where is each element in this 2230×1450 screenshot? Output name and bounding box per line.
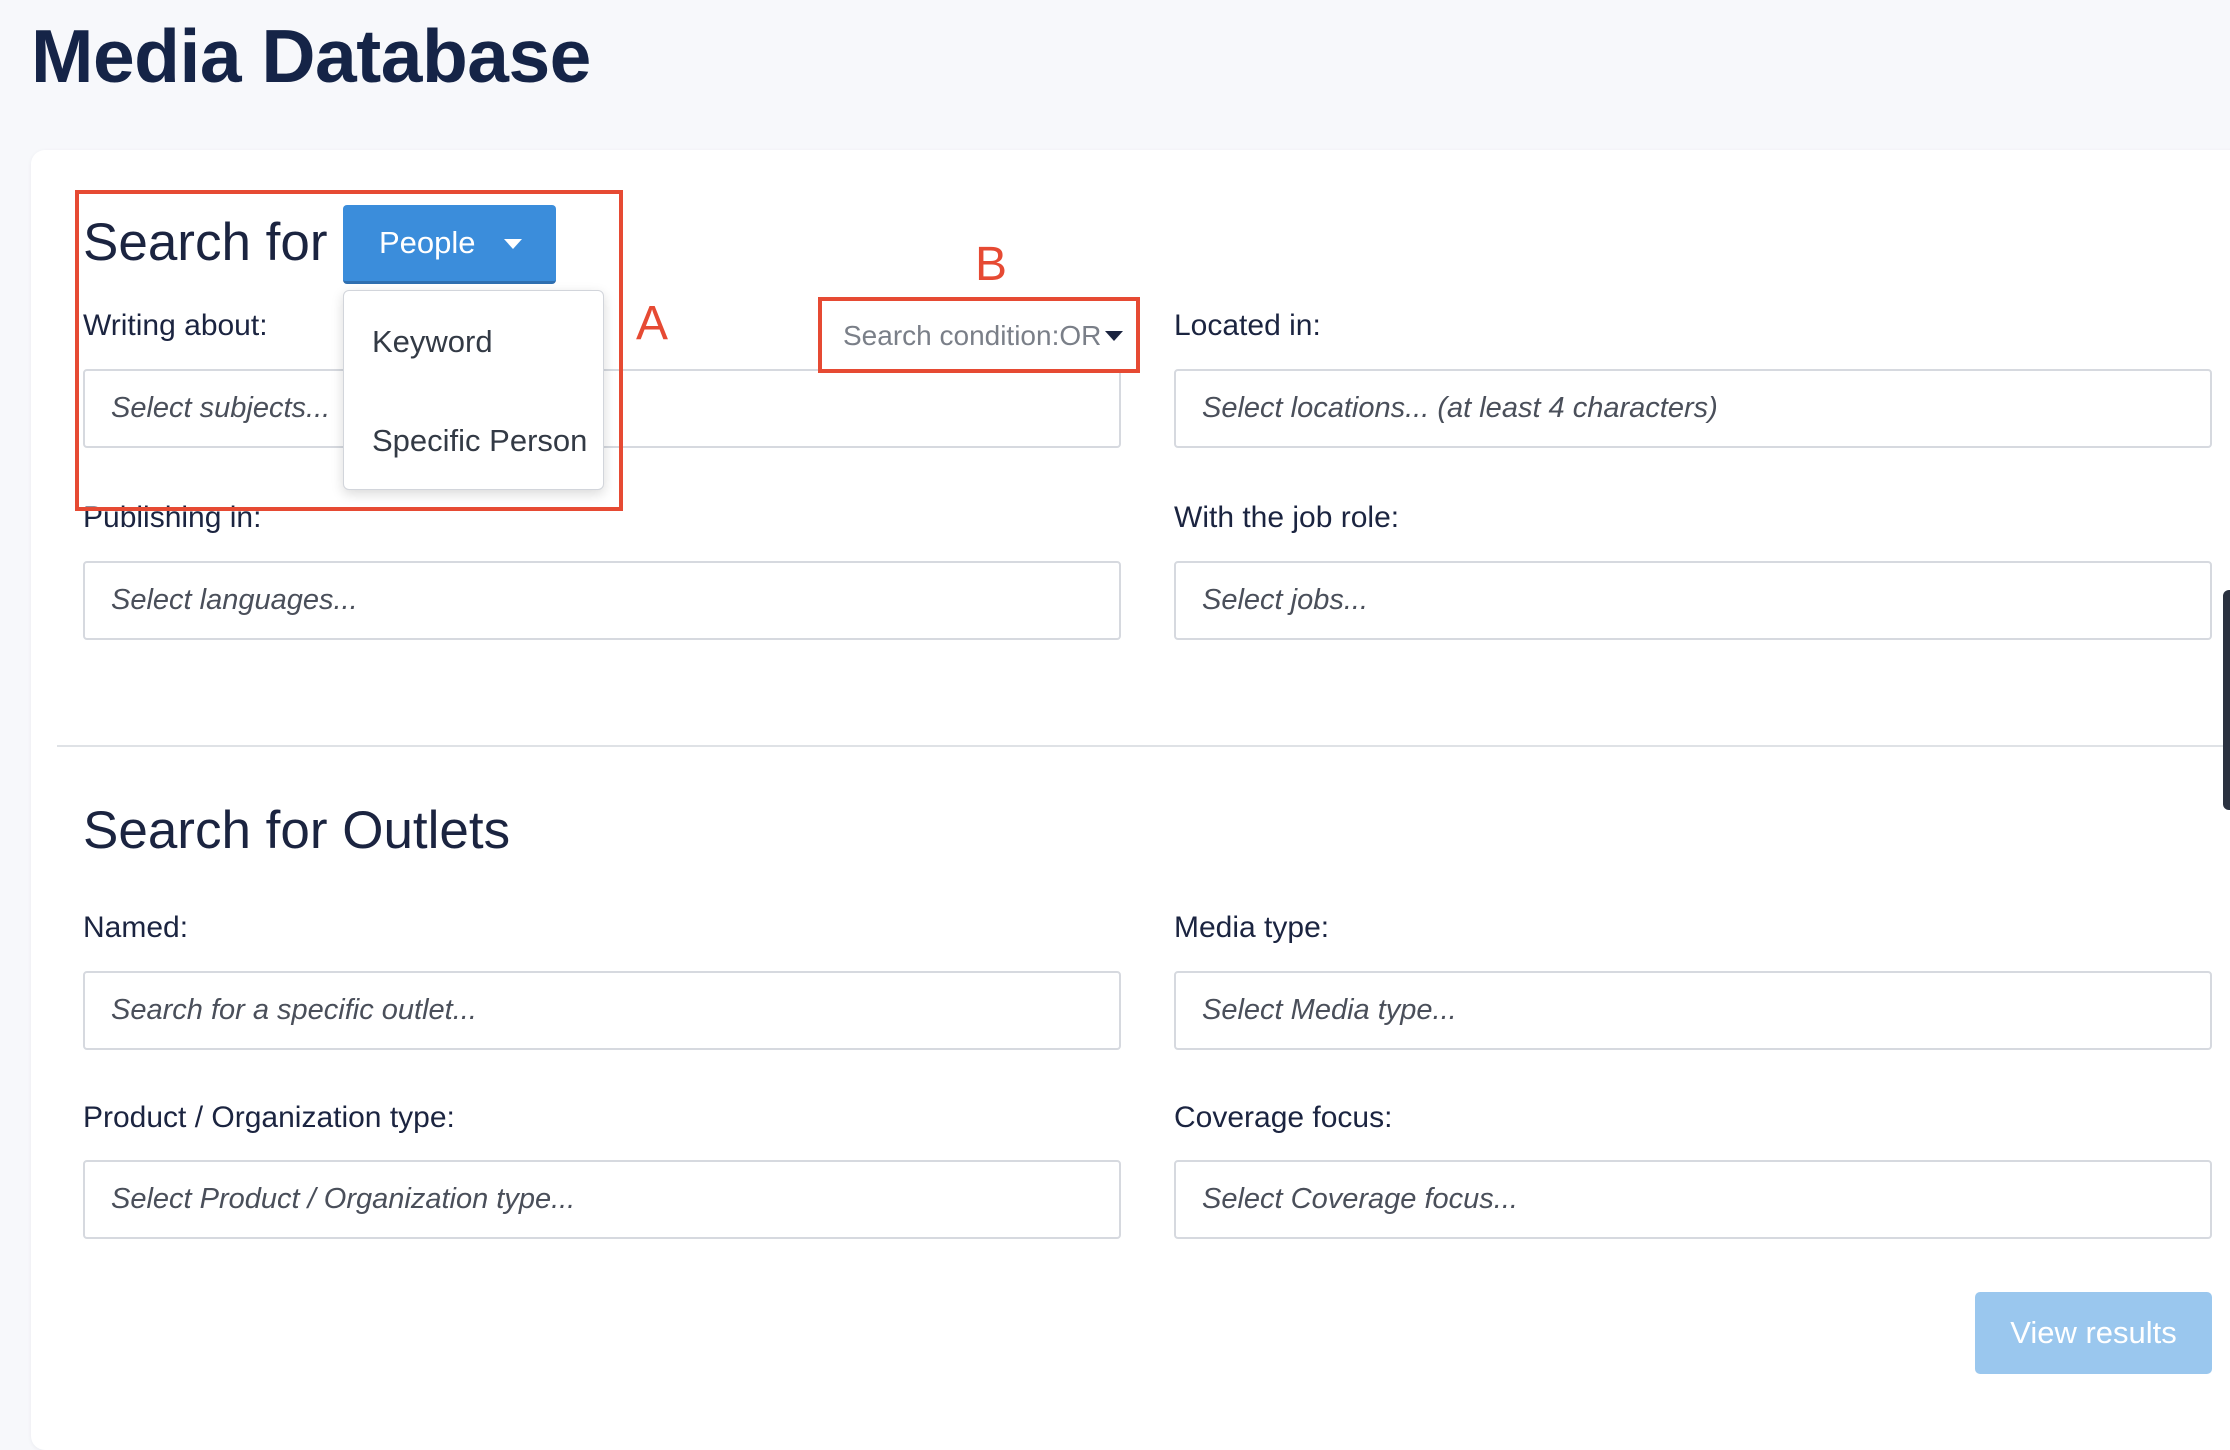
annotation-label-a: A [636, 297, 669, 350]
search-type-label: People [379, 225, 476, 260]
search-condition-label: Search condition:OR [843, 320, 1102, 351]
jobs-input[interactable] [1174, 561, 2212, 640]
outlet-name-input[interactable] [83, 971, 1121, 1050]
annotation-label-b: B [975, 238, 1008, 291]
dropdown-item-specific-person[interactable]: Specific Person [372, 423, 587, 459]
page-title: Media Database [31, 14, 591, 98]
chevron-down-icon [504, 239, 522, 249]
search-type-dropdown-button[interactable]: People [343, 205, 556, 284]
caret-down-icon [1105, 330, 1124, 341]
job-role-label: With the job role: [1174, 501, 1400, 534]
named-label: Named: [83, 911, 189, 944]
media-type-input[interactable] [1174, 971, 2212, 1050]
publishing-in-label: Publishing in: [83, 501, 262, 534]
locations-input[interactable] [1174, 369, 2212, 448]
dropdown-item-keyword[interactable]: Keyword [372, 324, 493, 360]
located-in-label: Located in: [1174, 309, 1321, 342]
search-for-heading: Search for [83, 213, 328, 272]
search-condition-toggle[interactable]: Search condition:OR [843, 318, 1124, 354]
section-divider [57, 745, 2230, 747]
writing-about-label: Writing about: [83, 309, 268, 342]
coverage-focus-label: Coverage focus: [1174, 1101, 1393, 1134]
search-type-dropdown-menu: Keyword Specific Person [343, 290, 604, 490]
product-type-input[interactable] [83, 1160, 1121, 1239]
languages-input[interactable] [83, 561, 1121, 640]
media-type-label: Media type: [1174, 911, 1330, 944]
product-type-label: Product / Organization type: [83, 1101, 455, 1134]
coverage-focus-input[interactable] [1174, 1160, 2212, 1239]
view-results-button[interactable]: View results [1975, 1292, 2212, 1374]
search-for-outlets-heading: Search for Outlets [83, 801, 511, 860]
scroll-handle[interactable] [2223, 590, 2230, 810]
